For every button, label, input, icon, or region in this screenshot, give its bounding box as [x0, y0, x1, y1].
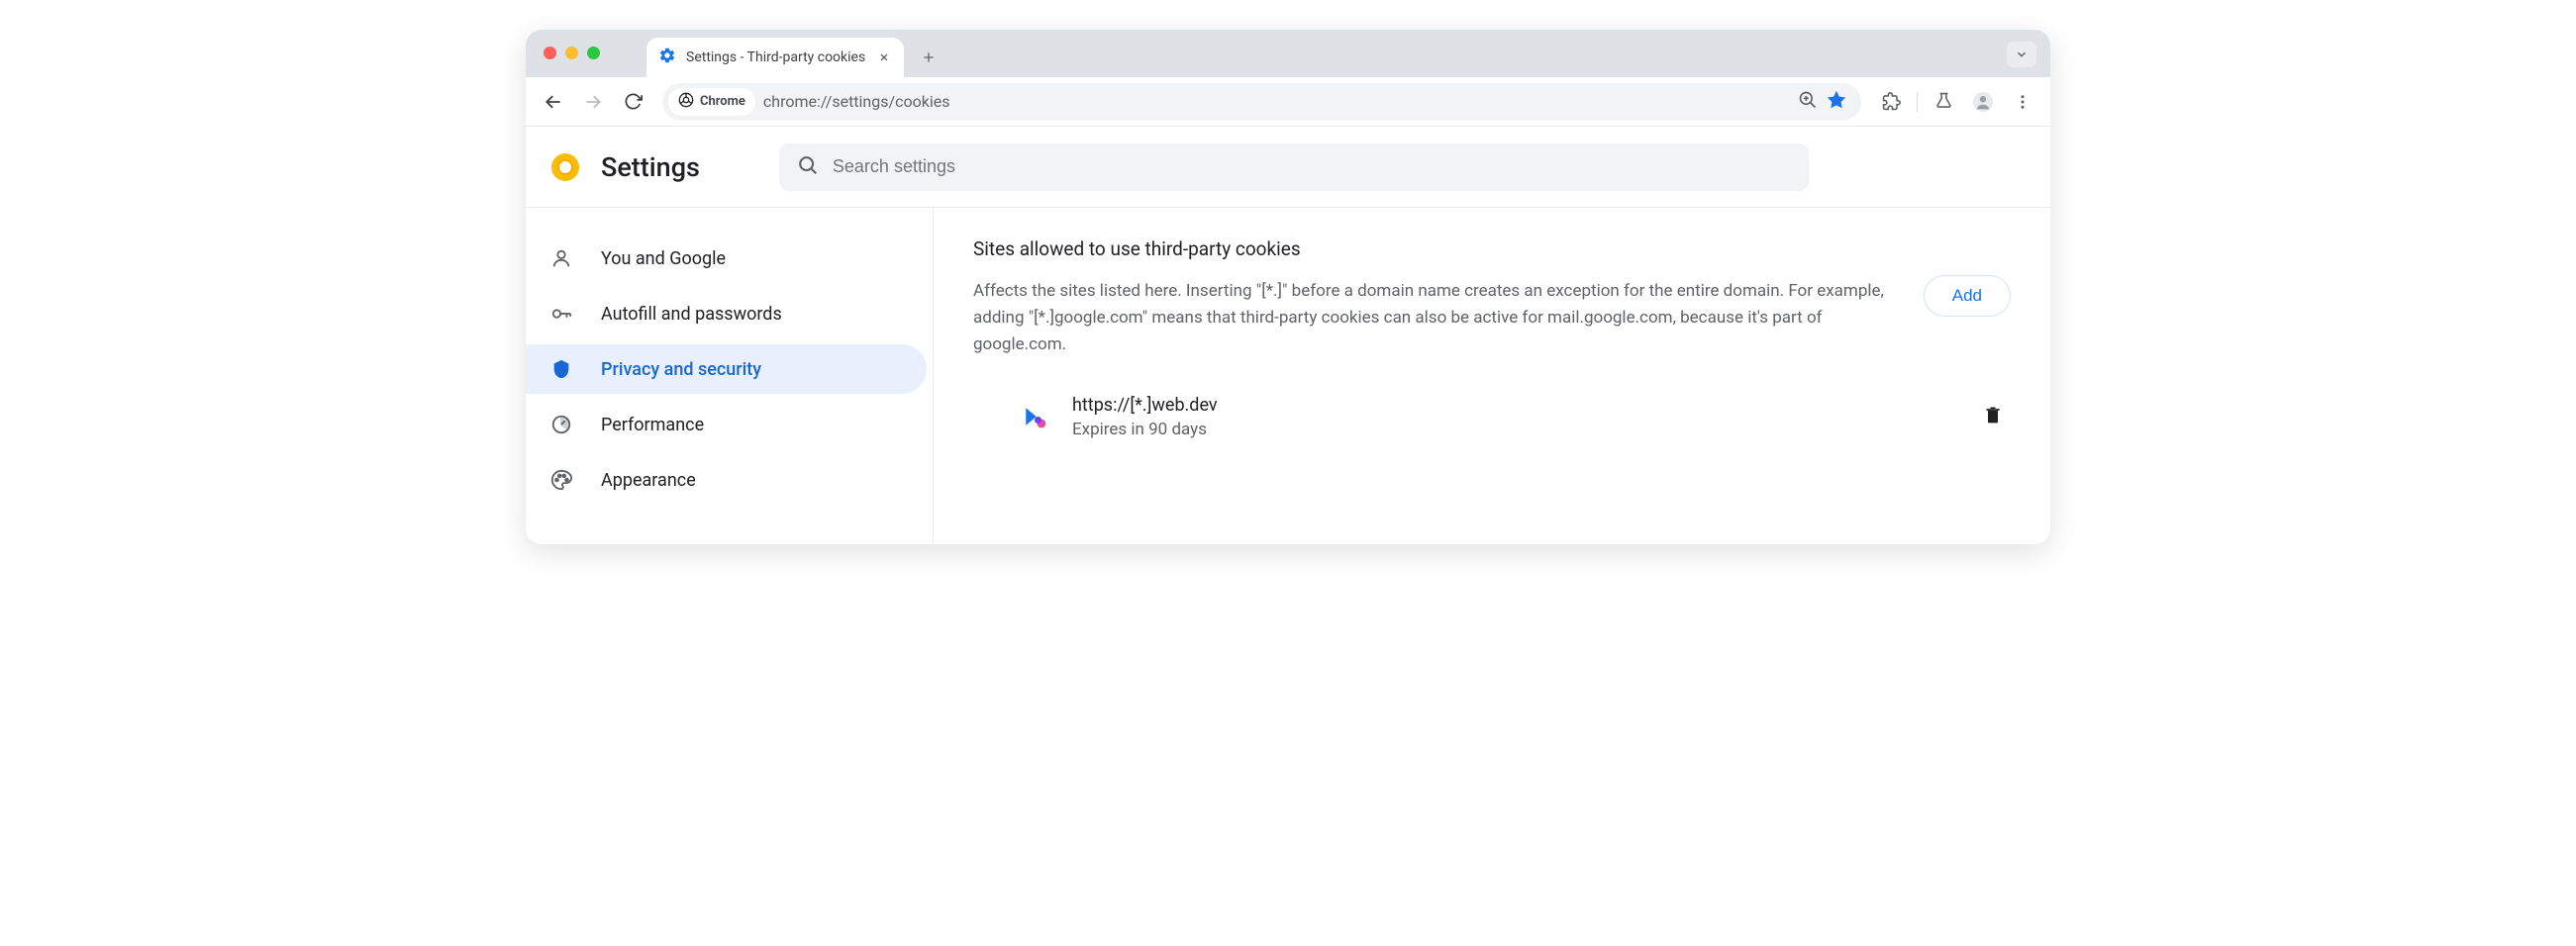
- toolbar-divider: [1917, 92, 1918, 112]
- tab-title: Settings - Third-party cookies: [686, 49, 866, 65]
- search-settings-input[interactable]: [833, 156, 1791, 177]
- main-panel: Sites allowed to use third-party cookies…: [934, 208, 2050, 544]
- site-favicon-icon: [1019, 401, 1050, 432]
- new-tab-button[interactable]: [914, 43, 943, 72]
- settings-logo-icon: [549, 151, 581, 183]
- close-window-button[interactable]: [544, 47, 556, 59]
- site-url: https://[*.]web.dev: [1072, 395, 1953, 416]
- site-info: https://[*.]web.dev Expires in 90 days: [1072, 395, 1953, 439]
- labs-button[interactable]: [1926, 84, 1961, 120]
- browser-window: Settings - Third-party cookies: [526, 30, 2050, 544]
- toolbar: Chrome chrome://settings/cookies: [526, 77, 2050, 127]
- sidebar-item-label: Appearance: [601, 470, 696, 491]
- chrome-icon: [678, 92, 694, 112]
- section-description: Affects the sites listed here. Inserting…: [973, 278, 1900, 359]
- titlebar: Settings - Third-party cookies: [526, 30, 2050, 77]
- key-icon: [549, 302, 573, 326]
- reload-button[interactable]: [615, 84, 650, 120]
- page-title: Settings: [601, 151, 700, 183]
- site-row: https://[*.]web.dev Expires in 90 days: [973, 377, 2011, 439]
- settings-gear-icon: [658, 47, 676, 68]
- content: You and Google Autofill and passwords Pr…: [526, 208, 2050, 544]
- tab-dropdown-button[interactable]: [2007, 42, 2036, 67]
- chrome-chip-label: Chrome: [700, 94, 745, 109]
- delete-site-button[interactable]: [1975, 396, 2011, 437]
- close-tab-button[interactable]: [876, 49, 892, 65]
- forward-button[interactable]: [575, 84, 611, 120]
- search-icon: [797, 154, 819, 180]
- palette-icon: [549, 468, 573, 492]
- back-button[interactable]: [536, 84, 571, 120]
- section-header: Sites allowed to use third-party cookies…: [973, 237, 2011, 359]
- maximize-window-button[interactable]: [587, 47, 600, 59]
- extensions-button[interactable]: [1873, 84, 1909, 120]
- sidebar-item-label: Privacy and security: [601, 359, 761, 380]
- sidebar: You and Google Autofill and passwords Pr…: [526, 208, 934, 544]
- search-settings[interactable]: [779, 143, 1809, 191]
- omnibox-actions: [1798, 89, 1855, 115]
- bookmark-star-icon[interactable]: [1826, 89, 1847, 115]
- sidebar-item-privacy[interactable]: Privacy and security: [526, 344, 927, 394]
- sidebar-item-you-and-google[interactable]: You and Google: [526, 234, 927, 283]
- sidebar-item-label: Performance: [601, 415, 704, 435]
- sidebar-item-label: Autofill and passwords: [601, 304, 782, 325]
- sidebar-item-autofill[interactable]: Autofill and passwords: [526, 289, 927, 338]
- person-icon: [549, 246, 573, 270]
- browser-tab[interactable]: Settings - Third-party cookies: [646, 38, 904, 77]
- chrome-menu-button[interactable]: [2005, 84, 2040, 120]
- add-button[interactable]: Add: [1924, 275, 2011, 317]
- address-bar[interactable]: Chrome chrome://settings/cookies: [662, 83, 1861, 121]
- sidebar-item-performance[interactable]: Performance: [526, 400, 927, 449]
- toolbar-right: [1873, 84, 2040, 120]
- traffic-lights: [544, 47, 600, 59]
- section-title: Sites allowed to use third-party cookies: [973, 237, 1900, 260]
- site-expiry: Expires in 90 days: [1072, 420, 1953, 439]
- minimize-window-button[interactable]: [565, 47, 578, 59]
- profile-button[interactable]: [1965, 84, 2001, 120]
- zoom-icon[interactable]: [1798, 90, 1818, 114]
- url-text: chrome://settings/cookies: [763, 92, 1790, 111]
- chrome-chip: Chrome: [668, 88, 755, 116]
- shield-icon: [549, 357, 573, 381]
- sidebar-item-label: You and Google: [601, 248, 726, 269]
- sidebar-item-appearance[interactable]: Appearance: [526, 455, 927, 505]
- settings-header: Settings: [526, 127, 2050, 208]
- speedometer-icon: [549, 413, 573, 436]
